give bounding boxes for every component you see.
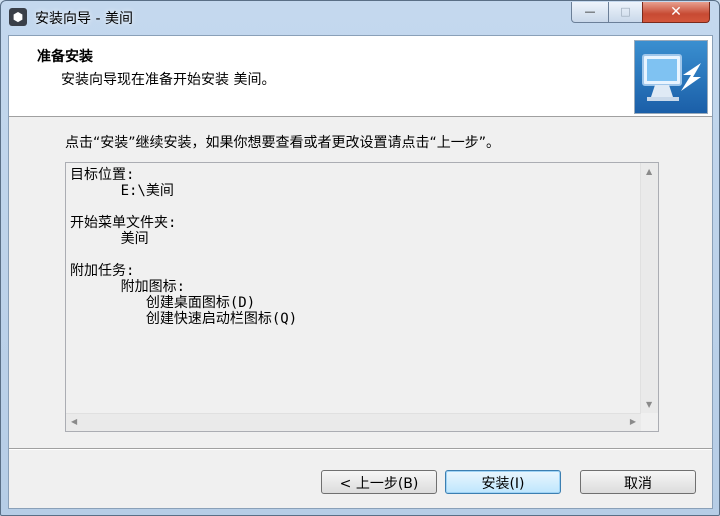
memo-line: E:\美间 [70,183,174,199]
back-button[interactable]: < 上一步(B) [321,470,437,494]
memo-line [70,247,630,263]
scroll-up-icon[interactable]: ▲ [646,167,652,176]
cancel-button[interactable]: 取消 [580,470,696,494]
memo-line: 目标位置: [70,167,135,183]
settings-memo[interactable]: 目标位置: E:\美间 开始菜单文件夹: 美间 附加任务: 附加图标: 创建桌面… [65,162,659,432]
footer-divider [9,448,712,450]
memo-line: 附加任务: [70,263,135,279]
installer-window: ⬢ 安装向导 - 美间 — □ ✕ 准备安装 安装向导现在准备开始安装 美间。 … [0,0,720,516]
scroll-right-icon[interactable]: ▶ [630,417,636,426]
installer-icon: ⬢ [9,8,27,26]
memo-line: 开始菜单文件夹: [70,215,177,231]
computer-arrow-icon [634,40,708,114]
title-bar[interactable]: ⬢ 安装向导 - 美间 — □ ✕ [1,1,719,35]
maximize-button: □ [608,2,643,23]
page-title: 准备安装 [37,49,93,65]
wizard-header: 准备安装 安装向导现在准备开始安装 美间。 [9,36,712,117]
memo-line: 附加图标: [70,279,186,295]
install-button[interactable]: 安装(I) [445,470,561,494]
minimize-button[interactable]: — [571,2,609,23]
memo-line: 美间 [70,231,149,247]
scroll-corner [641,414,658,431]
memo-line: 创建桌面图标(D) [70,295,256,311]
memo-line: 创建快速启动栏图标(Q) [70,311,298,327]
scroll-down-icon[interactable]: ▼ [646,400,652,409]
vertical-scrollbar[interactable]: ▲ ▼ [640,163,658,413]
scroll-left-icon[interactable]: ◀ [71,417,77,426]
close-button[interactable]: ✕ [642,2,710,23]
instruction-text: 点击“安装”继续安装，如果你想要查看或者更改设置请点击“上一步”。 [65,135,501,151]
wizard-client-area: 准备安装 安装向导现在准备开始安装 美间。 点击“安装”继续安装，如果你想要查看… [8,35,713,509]
memo-line [70,199,630,215]
page-subtitle: 安装向导现在准备开始安装 美间。 [61,72,276,88]
memo-text: 目标位置: E:\美间 开始菜单文件夹: 美间 附加任务: 附加图标: 创建桌面… [70,167,630,407]
horizontal-scrollbar[interactable]: ◀ ▶ [66,413,641,431]
window-title: 安装向导 - 美间 [35,11,133,27]
